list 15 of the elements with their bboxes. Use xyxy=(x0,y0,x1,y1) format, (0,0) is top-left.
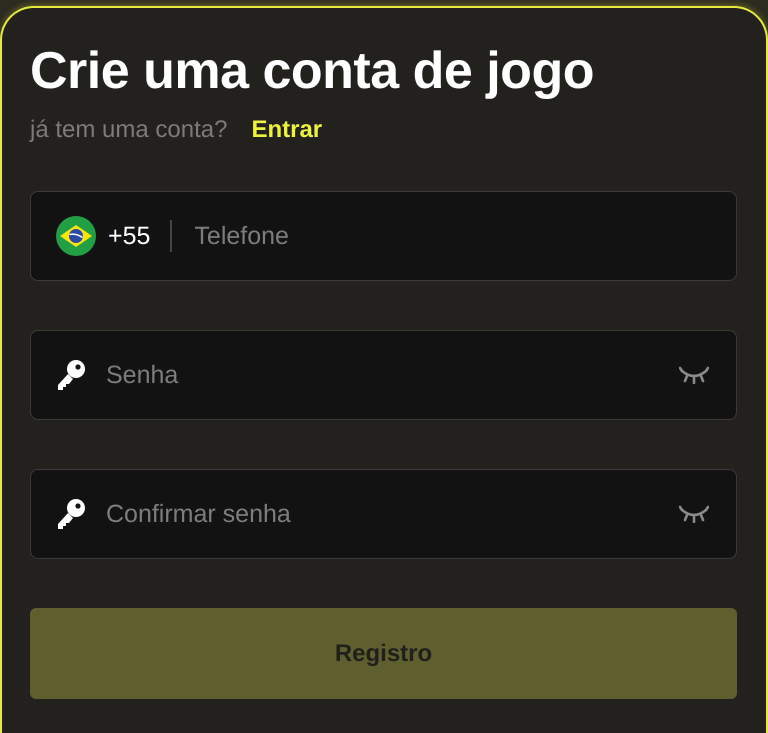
country-code[interactable]: +55 xyxy=(108,222,150,250)
key-icon xyxy=(56,360,86,390)
phone-field[interactable]: Telefone xyxy=(192,220,709,252)
login-prompt: já tem uma conta? xyxy=(30,116,228,144)
input-field[interactable]: Confirmar senha xyxy=(30,469,737,559)
eye-closed-icon[interactable] xyxy=(679,505,709,523)
password-field[interactable]: Senha xyxy=(104,360,667,390)
brazil-flag-icon xyxy=(56,216,96,256)
login-link[interactable]: Entrar xyxy=(251,116,322,144)
page-title: Crie uma conta de jogo xyxy=(30,41,595,102)
key-icon xyxy=(56,498,86,530)
input-field[interactable]: +55 Telefone xyxy=(30,191,737,281)
password-field[interactable]: Confirmar senha xyxy=(104,498,667,530)
eye-closed-icon[interactable] xyxy=(679,366,709,384)
input-field[interactable]: Senha xyxy=(30,330,737,420)
